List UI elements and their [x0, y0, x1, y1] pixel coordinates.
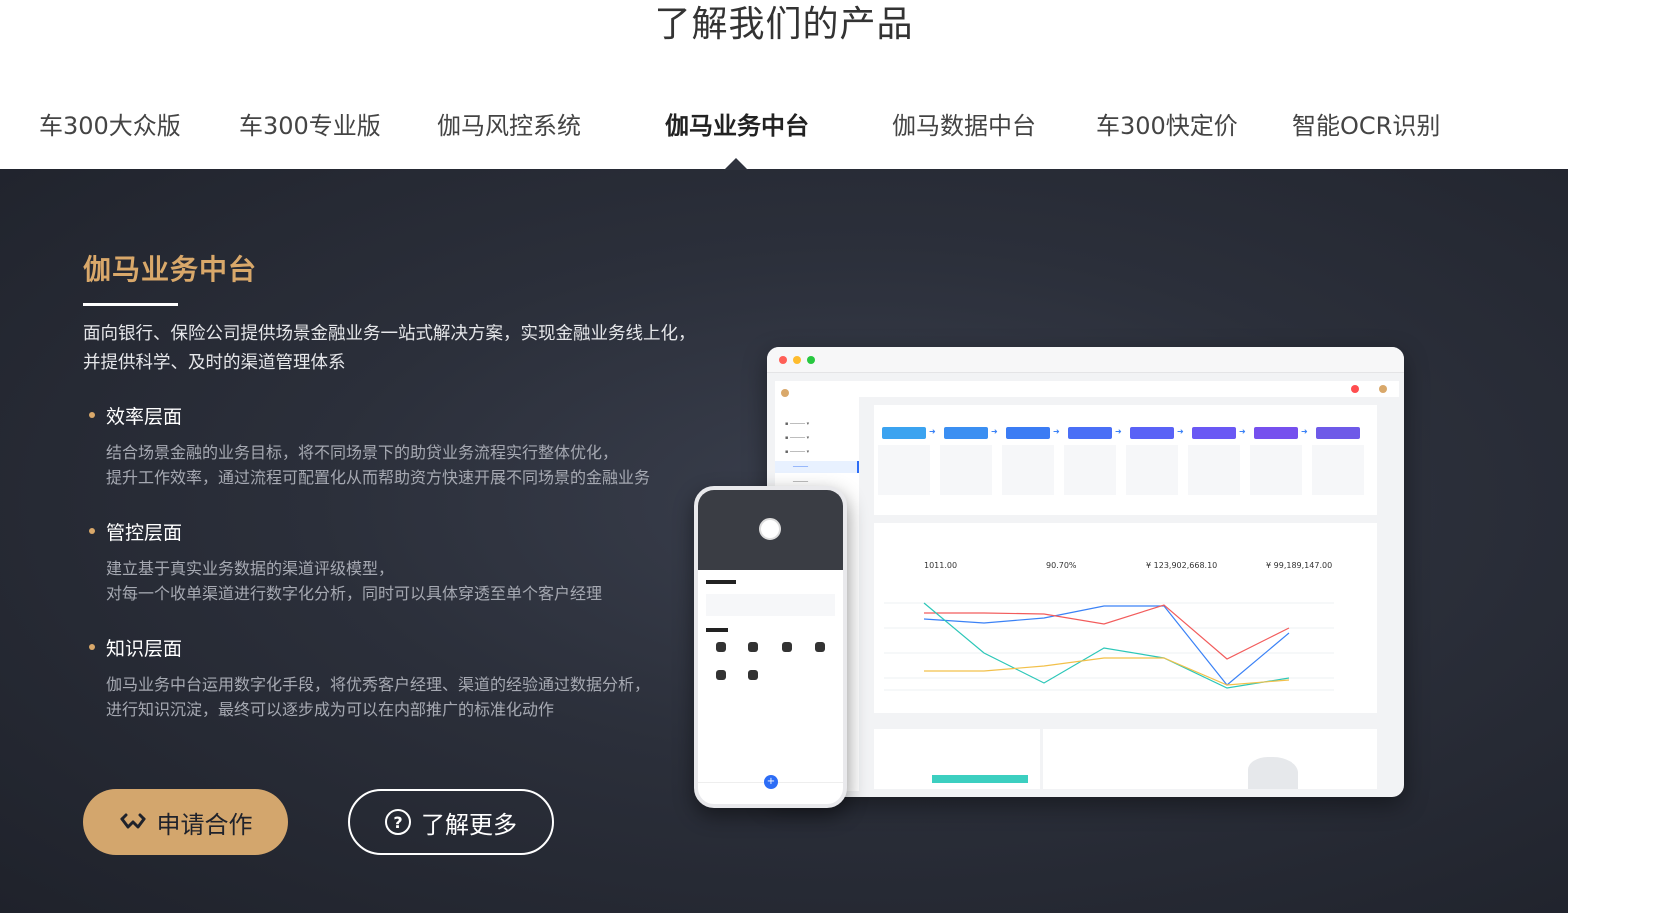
- flow-step-box: [1316, 427, 1360, 439]
- product-intro: 面向银行、保险公司提供场景金融业务一站式解决方案，实现金融业务线上化， 并提供科…: [83, 320, 763, 378]
- section-line: 提升工作效率，通过流程可配置化从而帮助资方快速开展不同场景的金融业务: [106, 468, 651, 487]
- mockup-rank-card: [874, 729, 1040, 789]
- intro-line: 面向银行、保险公司提供场景金融业务一站式解决方案，实现金融业务线上化，: [83, 324, 696, 344]
- flow-step-box: [1130, 427, 1174, 439]
- arrow-right-icon: ➜: [929, 427, 936, 436]
- title-underline: [83, 303, 178, 306]
- window-titlebar: [767, 347, 1404, 373]
- flow-step-box: [1254, 427, 1298, 439]
- section-heading: 管控层面: [106, 522, 183, 544]
- logo-icon: [781, 389, 789, 397]
- mockup-heading: [706, 580, 736, 584]
- mockup-menu-item: ─────: [775, 461, 859, 473]
- arrow-right-icon: ➜: [1115, 427, 1122, 436]
- mockup-bottom-nav: +: [698, 775, 843, 804]
- handshake-icon: [120, 813, 145, 829]
- product-title: 伽马业务中台: [83, 253, 258, 286]
- question-circle-icon: ?: [385, 809, 411, 835]
- menu-icon: [716, 670, 726, 680]
- apply-cooperation-button[interactable]: 申请合作: [83, 789, 288, 855]
- section-body: 结合场景金融的业务目标，将不同场景下的助贷业务流程实行整体优化， 提升工作效率，…: [106, 440, 726, 490]
- tab-gamma-risk[interactable]: 伽马风控系统: [437, 96, 581, 156]
- flow-stat-cell: [1312, 445, 1364, 495]
- section-body: 建立基于真实业务数据的渠道评级模型， 对每一个收单渠道进行数字化分析，同时可以具…: [106, 556, 726, 606]
- mockup-menu-item: ▪ ───── ▾: [785, 421, 810, 427]
- intro-line: 并提供科学、及时的渠道管理体系: [83, 353, 346, 373]
- mockup-task-section: [698, 570, 843, 650]
- page-title: 了解我们的产品: [654, 4, 914, 45]
- mobile-app-mockup: +: [694, 486, 847, 808]
- flow-step-box: [1068, 427, 1112, 439]
- section-heading: 效率层面: [106, 406, 183, 428]
- mockup-trend-card: 1011.00 90.70% ¥ 123,902,668.10 ¥ 99,189…: [874, 523, 1377, 713]
- flow-stat-cell: [878, 445, 930, 495]
- product-tabs: 车300大众版 车300专业版 伽马风控系统 伽马业务中台 伽马数据中台 车30…: [0, 96, 1568, 168]
- tab-ocr[interactable]: 智能OCR识别: [1292, 96, 1440, 156]
- page-right-margin: [1568, 0, 1659, 913]
- flow-stat-cell: [1126, 445, 1178, 495]
- section-heading: 知识层面: [106, 638, 183, 660]
- section-body: 伽马业务中台运用数字化手段，将优秀客户经理、渠道的经验通过数据分析， 进行知识沉…: [106, 672, 726, 722]
- learn-more-button[interactable]: ? 了解更多: [348, 789, 554, 855]
- section-line: 进行知识沉淀，最终可以逐步成为可以在内部推广的标准化动作: [106, 700, 555, 719]
- bullet-dot: [89, 644, 95, 650]
- tab-gamma-business-platform[interactable]: 伽马业务中台: [665, 96, 809, 156]
- notification-icon: [1351, 385, 1359, 393]
- desktop-dashboard-mockup: ▪ ───── ▾ ▪ ───── ▾ ▪ ───── ▾ ───── ────…: [767, 347, 1404, 797]
- mockup-topbar: [859, 381, 1399, 397]
- section-line: 对每一个收单渠道进行数字化分析，同时可以具体穿透至单个客户经理: [106, 584, 603, 603]
- section-line: 建立基于真实业务数据的渠道评级模型，: [106, 559, 395, 578]
- arrow-right-icon: ➜: [1301, 427, 1308, 436]
- menu-icon: [748, 670, 758, 680]
- close-dot: [779, 356, 787, 364]
- flow-stat-cell: [1002, 445, 1054, 495]
- plus-icon: +: [764, 775, 778, 789]
- avatar-icon: [759, 518, 781, 540]
- mockup-heading: [706, 628, 728, 632]
- tab-che300-public[interactable]: 车300大众版: [39, 96, 181, 156]
- arrow-right-icon: ➜: [1177, 427, 1184, 436]
- mockup-menu-item: ▪ ───── ▾: [785, 435, 810, 441]
- flow-step-box: [1192, 427, 1236, 439]
- mockup-flow-card: ➜ ➜ ➜ ➜ ➜ ➜ ➜: [874, 405, 1377, 515]
- flow-stat-cell: [940, 445, 992, 495]
- flow-stat-cell: [1064, 445, 1116, 495]
- mockup-map-card: [1043, 729, 1377, 789]
- menu-icon: [815, 642, 825, 652]
- user-avatar-icon: [1379, 385, 1387, 393]
- arrow-right-icon: ➜: [1053, 427, 1060, 436]
- bullet-dot: [89, 412, 95, 418]
- rank-bar: [932, 775, 1028, 783]
- flow-stat-cell: [1250, 445, 1302, 495]
- tab-che300-pro[interactable]: 车300专业版: [239, 96, 381, 156]
- tab-che300-pricing[interactable]: 车300快定价: [1096, 96, 1238, 156]
- section-line: 伽马业务中台运用数字化手段，将优秀客户经理、渠道的经验通过数据分析，: [106, 675, 651, 694]
- flow-step-box: [882, 427, 926, 439]
- maximize-dot: [807, 356, 815, 364]
- trend-line-chart: [884, 602, 1334, 691]
- section-line: 结合场景金融的业务目标，将不同场景下的助贷业务流程实行整体优化，: [106, 443, 619, 462]
- apply-label: 申请合作: [156, 810, 253, 839]
- mockup-task-row: [706, 594, 835, 616]
- minimize-dot: [793, 356, 801, 364]
- mockup-phone-header: [698, 490, 843, 570]
- flow-stat-cell: [1188, 445, 1240, 495]
- arrow-right-icon: ➜: [991, 427, 998, 436]
- mockup-menu-item: ▪ ───── ▾: [785, 449, 810, 455]
- menu-icon: [782, 642, 792, 652]
- bullet-dot: [89, 528, 95, 534]
- menu-icon: [716, 642, 726, 652]
- menu-icon: [748, 642, 758, 652]
- mockup-menu-item: ─────: [793, 479, 809, 485]
- learn-more-label: 了解更多: [421, 810, 517, 839]
- tab-gamma-data-platform[interactable]: 伽马数据中台: [892, 96, 1036, 156]
- map-shape: [1248, 757, 1298, 789]
- flow-step-box: [1006, 427, 1050, 439]
- flow-step-box: [944, 427, 988, 439]
- active-tab-indicator: [724, 158, 748, 170]
- arrow-right-icon: ➜: [1239, 427, 1246, 436]
